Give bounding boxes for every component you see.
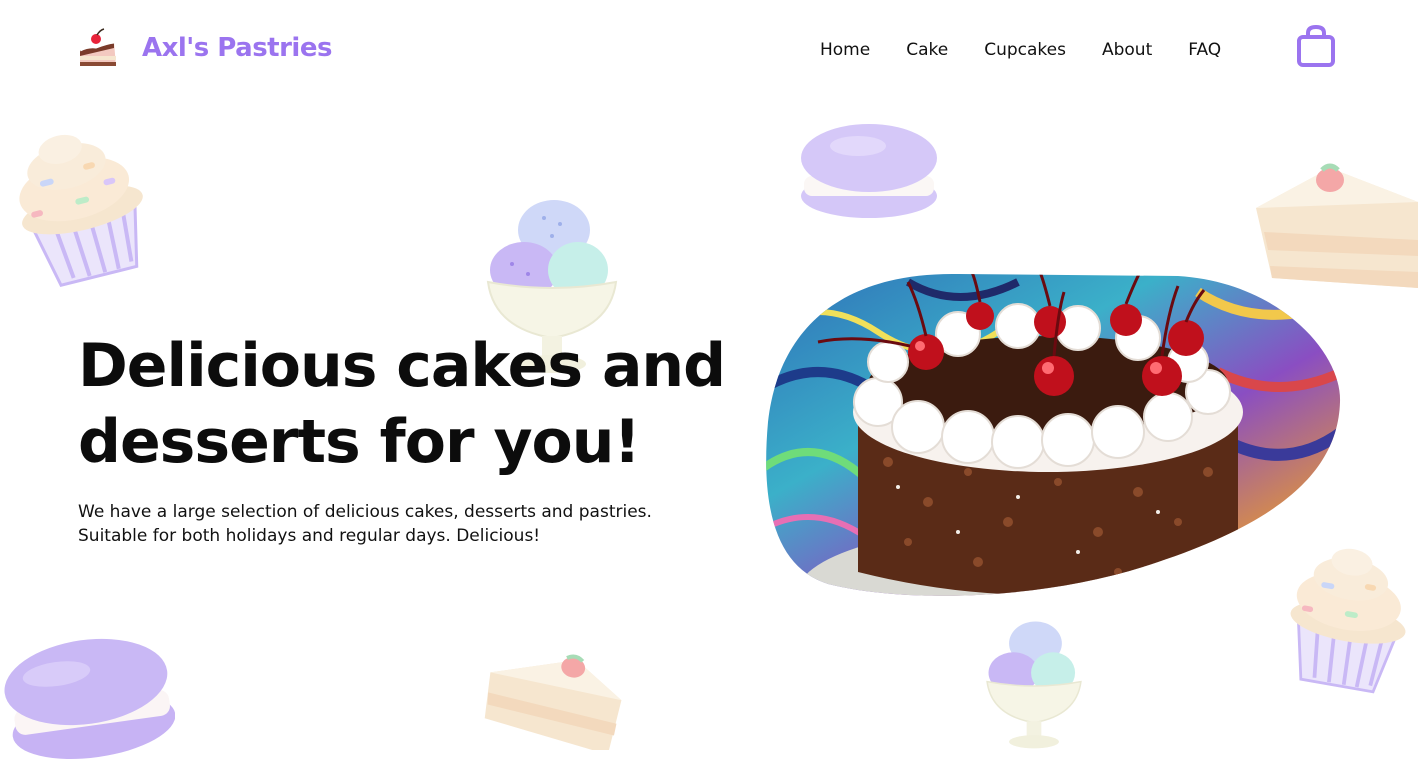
hero-title: Delicious cakes and desserts for you! [78,331,726,477]
hero-cake-image [766,273,1341,596]
brand-name: Axl's Pastries [142,33,332,63]
cake-slice-icon [79,28,116,66]
shopping-bag-icon[interactable] [1296,24,1336,68]
ice-cream-cup-icon [986,621,1082,749]
nav-cupcakes[interactable]: Cupcakes [984,36,1066,64]
nav-faq[interactable]: FAQ [1188,36,1221,64]
site-header: Axl's Pastries Home Cake Cupcakes About … [0,0,1420,100]
cupcake-icon [19,134,143,287]
main-nav: Home Cake Cupcakes About FAQ [820,36,1221,64]
nav-home[interactable]: Home [820,36,870,64]
logo-link[interactable]: Axl's Pastries [76,26,332,70]
nav-cake[interactable]: Cake [906,36,948,64]
macaron-icon [4,638,175,759]
cake-slice-icon [484,654,622,750]
cake-slice-icon [1256,163,1418,288]
hero-description: We have a large selection of delicious c… [78,502,652,546]
macaron-icon [801,124,937,218]
nav-about[interactable]: About [1102,36,1152,64]
